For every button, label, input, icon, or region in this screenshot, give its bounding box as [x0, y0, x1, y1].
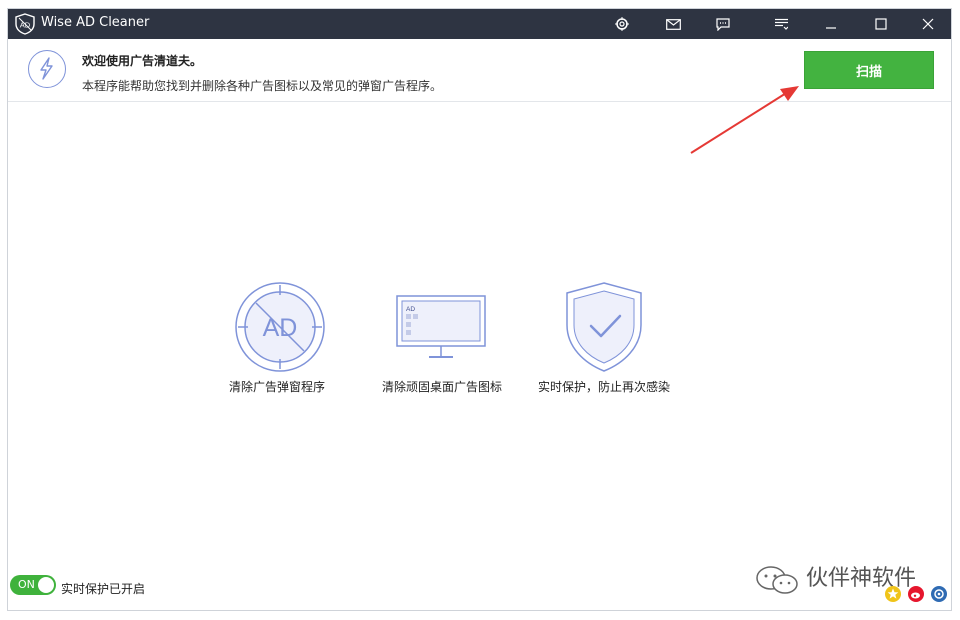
- welcome-title: 欢迎使用广告清道夫。: [82, 54, 203, 68]
- scan-button[interactable]: 扫描: [804, 51, 934, 89]
- feature-label: 实时保护，防止再次感染: [538, 380, 671, 394]
- realtime-protection-toggle[interactable]: ON: [10, 575, 56, 595]
- menu-icon[interactable]: [760, 9, 802, 39]
- wechat-watermark-icon: [756, 566, 798, 594]
- title-bar[interactable]: AD Wise AD Cleaner: [8, 9, 951, 39]
- ad-badge-text: AD: [263, 314, 298, 342]
- maximize-button[interactable]: [860, 9, 902, 39]
- ad-block-icon: AD: [235, 282, 325, 372]
- welcome-description: 本程序能帮助您找到并删除各种广告图标以及常见的弹窗广告程序。: [82, 79, 443, 93]
- settings-icon[interactable]: [601, 9, 643, 39]
- minimize-button[interactable]: [810, 9, 852, 39]
- feature-label: 清除顽固桌面广告图标: [382, 380, 503, 394]
- app-window: AD Wise AD Cleaner 欢迎使用广告清道夫。 本程序能帮助您找到并…: [7, 8, 952, 611]
- feedback-icon[interactable]: [702, 9, 744, 39]
- app-logo-icon: AD: [14, 13, 36, 35]
- close-button[interactable]: [907, 9, 949, 39]
- toggle-knob: [38, 577, 54, 593]
- mail-icon[interactable]: [652, 9, 694, 39]
- feature-label: 清除广告弹窗程序: [229, 380, 326, 394]
- realtime-status-label: 实时保护已开启: [61, 582, 146, 596]
- toggle-label: ON: [18, 578, 35, 591]
- welcome-header: 欢迎使用广告清道夫。 本程序能帮助您找到并删除各种广告图标以及常见的弹窗广告程序…: [8, 39, 951, 102]
- monitor-ad-text: AD: [406, 306, 415, 313]
- red-arrow-annotation: [690, 86, 799, 154]
- weibo-icon[interactable]: [908, 586, 924, 602]
- lightning-icon: [28, 50, 66, 88]
- desktop-monitor-icon: AD: [396, 295, 486, 358]
- shield-check-icon: [566, 282, 642, 372]
- rate-star-icon[interactable]: [885, 586, 901, 602]
- tieba-icon[interactable]: [931, 586, 947, 602]
- app-title: Wise AD Cleaner: [41, 15, 150, 30]
